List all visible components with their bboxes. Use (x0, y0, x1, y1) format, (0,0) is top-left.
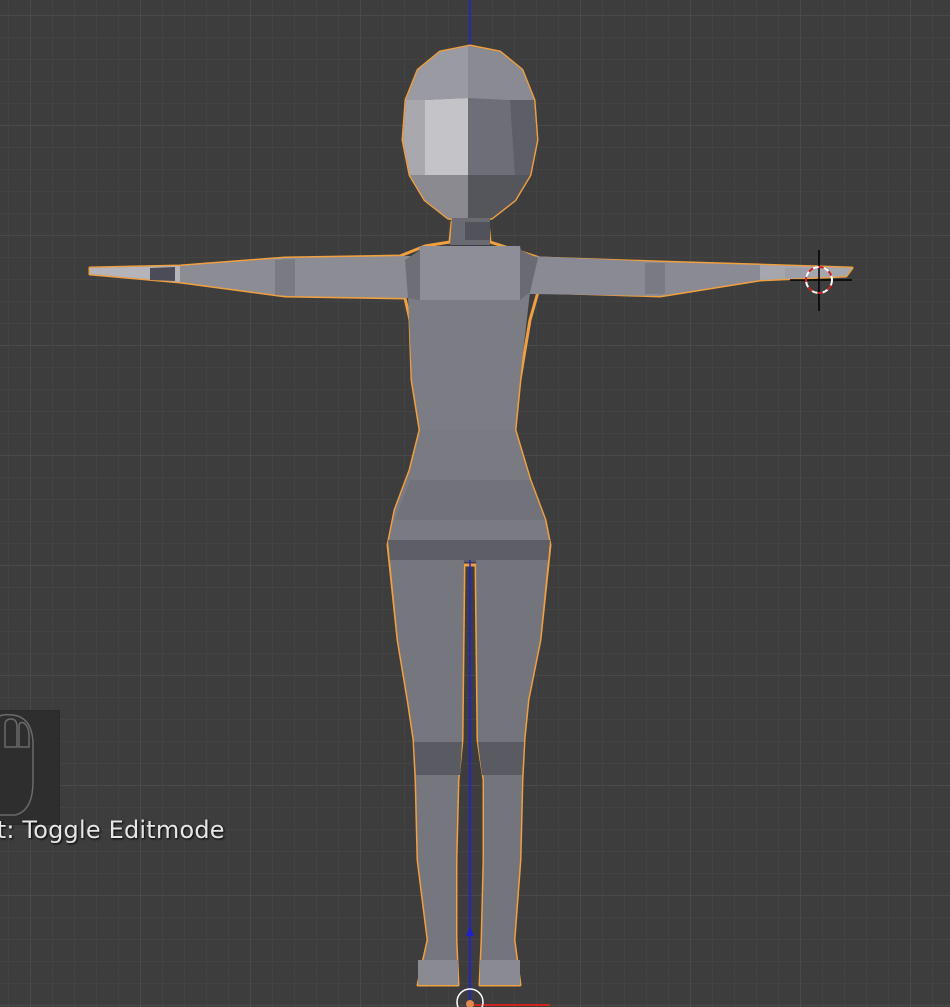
z-axis-arrow (466, 926, 474, 936)
3d-cursor-icon[interactable] (790, 250, 852, 311)
3d-viewport[interactable]: st: Toggle Editmode (0, 0, 950, 1007)
viewport-scene[interactable] (0, 0, 950, 1007)
last-operator-label: st: Toggle Editmode (0, 816, 225, 844)
character-mesh[interactable] (88, 44, 854, 987)
mouse-icon (0, 710, 60, 825)
